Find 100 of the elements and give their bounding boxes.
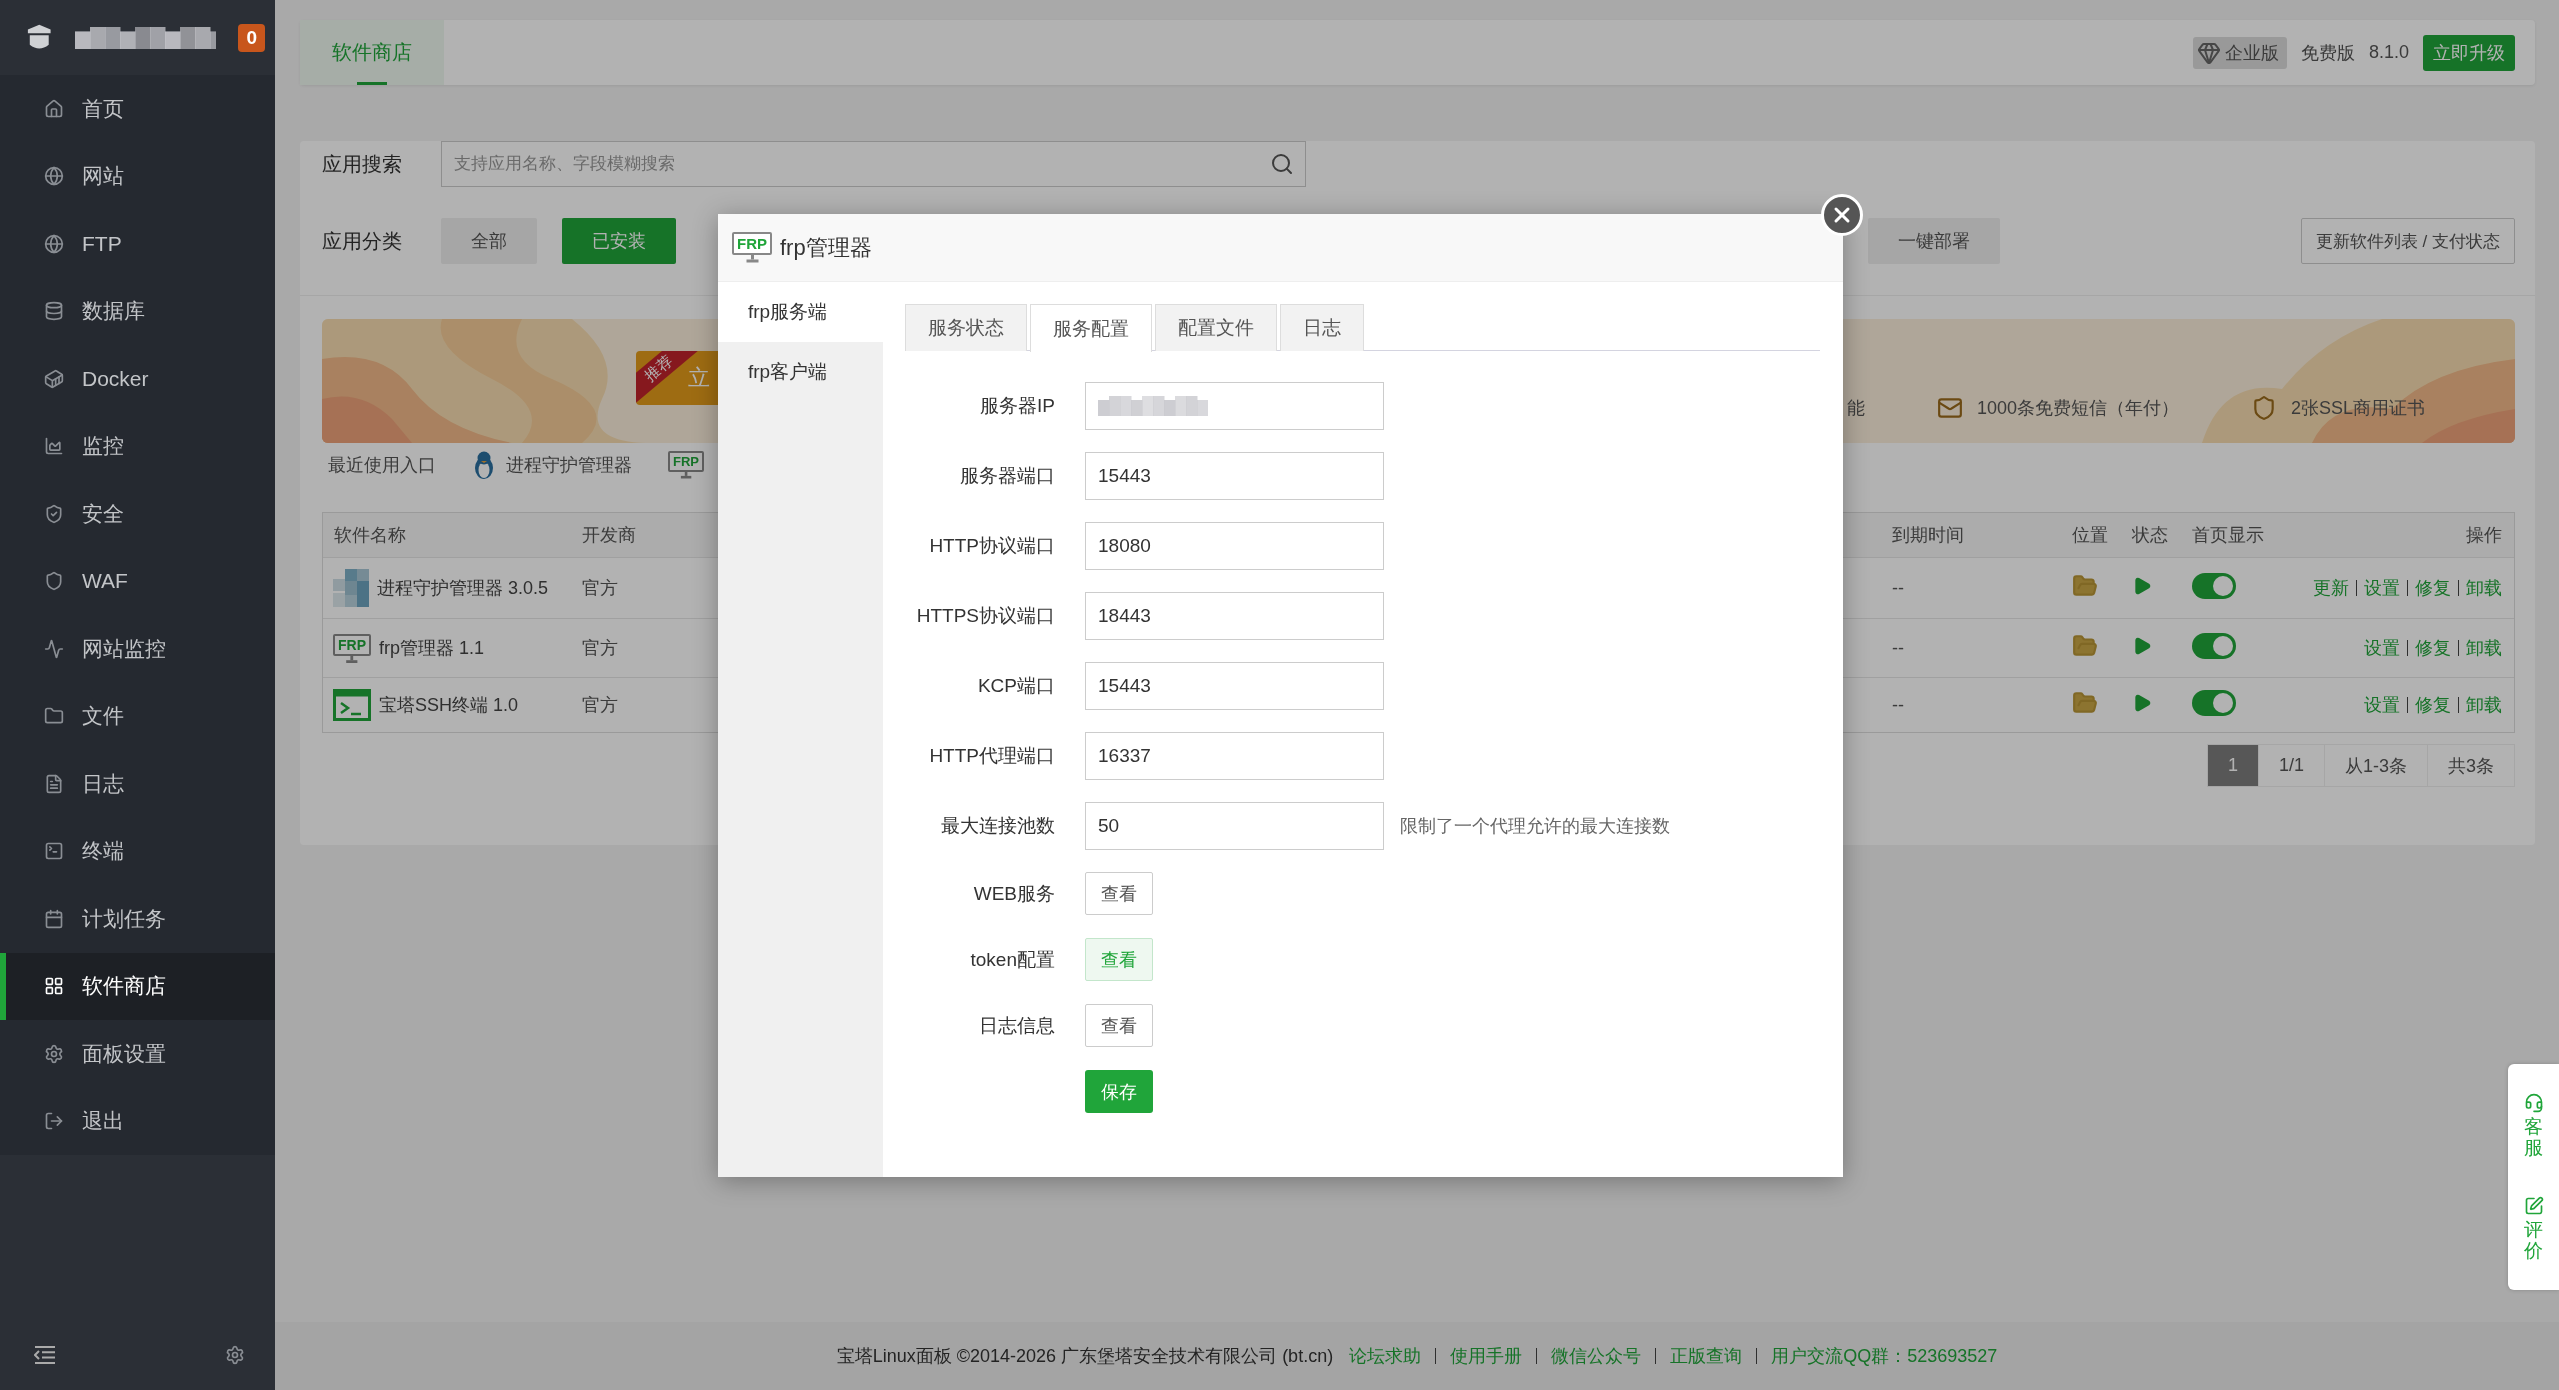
menu-item-icon bbox=[44, 301, 64, 322]
field-label: 服务器端口 bbox=[959, 464, 1055, 488]
home-display-toggle[interactable] bbox=[2192, 573, 2236, 599]
field-hint: 限制了一个代理允许的最大连接数 bbox=[1400, 815, 1670, 838]
tab[interactable]: 配置文件 bbox=[1155, 304, 1277, 351]
home-display-toggle[interactable] bbox=[2192, 633, 2236, 659]
table-cell: -- bbox=[1892, 637, 1904, 659]
table-cell-text: 官方 bbox=[582, 637, 618, 660]
play-icon[interactable] bbox=[2132, 576, 2152, 596]
table-cell-text: frp管理器 1.1 bbox=[379, 637, 485, 660]
feature-text: 2张SSL商用证书 bbox=[2290, 397, 2425, 420]
menu-item-icon bbox=[44, 706, 64, 727]
field-label: token配置 bbox=[969, 947, 1055, 972]
column-header: 软件名称 bbox=[334, 524, 406, 547]
sidebar-item[interactable]: 终端 bbox=[0, 817, 275, 885]
menu-item-icon bbox=[44, 436, 64, 457]
diamond-icon bbox=[2196, 40, 2221, 65]
play-icon[interactable] bbox=[2132, 693, 2152, 713]
column-header: 操作 bbox=[2466, 524, 2502, 547]
input-field[interactable]: 16337 bbox=[1085, 732, 1384, 780]
edit-icon[interactable] bbox=[2523, 1195, 2544, 1216]
recent-label: 最近使用入口 bbox=[328, 454, 436, 477]
input-field[interactable] bbox=[1085, 382, 1384, 430]
sidebar-item[interactable]: 文件 bbox=[0, 682, 275, 750]
sidebar-item[interactable]: FTP bbox=[0, 210, 275, 278]
view-button[interactable]: 查看 bbox=[1085, 872, 1153, 915]
tab[interactable]: 服务状态 bbox=[905, 304, 1027, 351]
sidebar-item[interactable]: 数据库 bbox=[0, 277, 275, 345]
sidebar-item[interactable]: 计划任务 bbox=[0, 885, 275, 953]
field-label: 日志信息 bbox=[978, 1013, 1055, 1038]
field-label: 最大连接池数 bbox=[940, 814, 1055, 838]
input-field[interactable]: 50 bbox=[1085, 802, 1384, 850]
modal-nav-item[interactable]: frp服务端 bbox=[718, 282, 883, 342]
tab[interactable]: 日志 bbox=[1280, 304, 1364, 351]
table-cell-text: 宝塔SSH终端 1.0 bbox=[379, 694, 519, 717]
settings-icon[interactable] bbox=[225, 1345, 245, 1365]
menu-item-icon bbox=[44, 976, 64, 997]
input-field[interactable]: 18443 bbox=[1085, 592, 1384, 640]
folder-icon[interactable] bbox=[2072, 690, 2098, 716]
input-field[interactable]: 15443 bbox=[1085, 452, 1384, 500]
sidebar-item[interactable]: 软件商店 bbox=[0, 952, 275, 1020]
version-label: 8.1.0 bbox=[2368, 42, 2409, 63]
deploy-button[interactable]: 一键部署 bbox=[1868, 218, 2000, 264]
range-info: 从1-3条 bbox=[2323, 744, 2428, 787]
view-button[interactable]: 查看 bbox=[1085, 1004, 1153, 1047]
modal-title: frp管理器 bbox=[780, 233, 872, 262]
notification-badge: 0 bbox=[238, 23, 265, 52]
total-info: 共3条 bbox=[2427, 744, 2515, 787]
home-display-toggle[interactable] bbox=[2192, 690, 2236, 716]
sidebar-item[interactable]: 首页 bbox=[0, 75, 275, 143]
collapse-icon[interactable] bbox=[34, 1346, 56, 1364]
search-icon[interactable] bbox=[1270, 152, 1294, 176]
sidebar-item[interactable]: 日志 bbox=[0, 750, 275, 818]
mail-icon bbox=[1936, 395, 1963, 421]
menu-item-icon bbox=[44, 773, 64, 794]
tab[interactable]: 服务配置 bbox=[1030, 304, 1152, 352]
penguin-icon bbox=[472, 450, 496, 480]
play-icon[interactable] bbox=[2132, 636, 2152, 656]
recent-entry[interactable]: 进程守护管理器 bbox=[472, 450, 632, 480]
edition-badge-label: 企业版 bbox=[2224, 41, 2279, 65]
sidebar-item[interactable]: 安全 bbox=[0, 480, 275, 548]
frp-logo: FRP bbox=[732, 232, 772, 263]
sidebar-item[interactable]: 网站 bbox=[0, 142, 275, 210]
field-label: KCP端口 bbox=[976, 674, 1055, 698]
modal-nav-item[interactable]: frp客户端 bbox=[718, 342, 883, 402]
input-field[interactable]: 15443 bbox=[1085, 662, 1384, 710]
folder-icon[interactable] bbox=[2072, 573, 2098, 599]
input-field[interactable]: 18080 bbox=[1085, 522, 1384, 570]
search-field[interactable]: 支持应用名称、字段模糊搜索 bbox=[441, 141, 1306, 187]
menu-item-icon bbox=[44, 1043, 64, 1064]
menu-item-icon bbox=[44, 638, 64, 659]
table-cell: -- bbox=[1892, 694, 1904, 716]
folder-icon[interactable] bbox=[2072, 633, 2098, 659]
table-cell-text: 官方 bbox=[582, 694, 618, 717]
column-header: 开发商 bbox=[582, 524, 636, 547]
column-header: 位置 bbox=[2072, 524, 2108, 547]
menu-item-icon bbox=[44, 503, 64, 524]
sidebar-item[interactable]: 监控 bbox=[0, 412, 275, 480]
frp-logo: FRP bbox=[668, 451, 704, 479]
sidebar-item[interactable]: Docker bbox=[0, 345, 275, 413]
sidebar-item[interactable]: 面板设置 bbox=[0, 1020, 275, 1088]
category-button[interactable]: 全部 bbox=[441, 218, 537, 264]
refresh-button[interactable]: 更新软件列表 / 支付状态 bbox=[2300, 218, 2515, 264]
menu-item-icon bbox=[44, 98, 64, 119]
sidebar-item[interactable]: WAF bbox=[0, 547, 275, 615]
edition-label: 免费版 bbox=[2300, 41, 2355, 65]
menu-item-icon bbox=[44, 908, 64, 929]
menu-item-icon bbox=[44, 368, 64, 389]
menu-item-icon bbox=[44, 1111, 64, 1132]
frp-logo: FRP bbox=[333, 633, 371, 663]
column-header: 到期时间 bbox=[1892, 524, 1964, 547]
sidebar-item[interactable]: 网站监控 bbox=[0, 615, 275, 683]
menu-item-icon bbox=[44, 571, 64, 592]
table-cell-text: 进程守护管理器 3.0.5 bbox=[377, 577, 549, 600]
sidebar-item[interactable]: 退出 bbox=[0, 1087, 275, 1155]
headset-icon[interactable] bbox=[2523, 1092, 2544, 1113]
page-info: 1/1 bbox=[2257, 744, 2325, 787]
column-header: 状态 bbox=[2132, 524, 2168, 547]
field-label: WEB服务 bbox=[972, 881, 1055, 906]
field-label: HTTP协议端口 bbox=[928, 534, 1055, 558]
